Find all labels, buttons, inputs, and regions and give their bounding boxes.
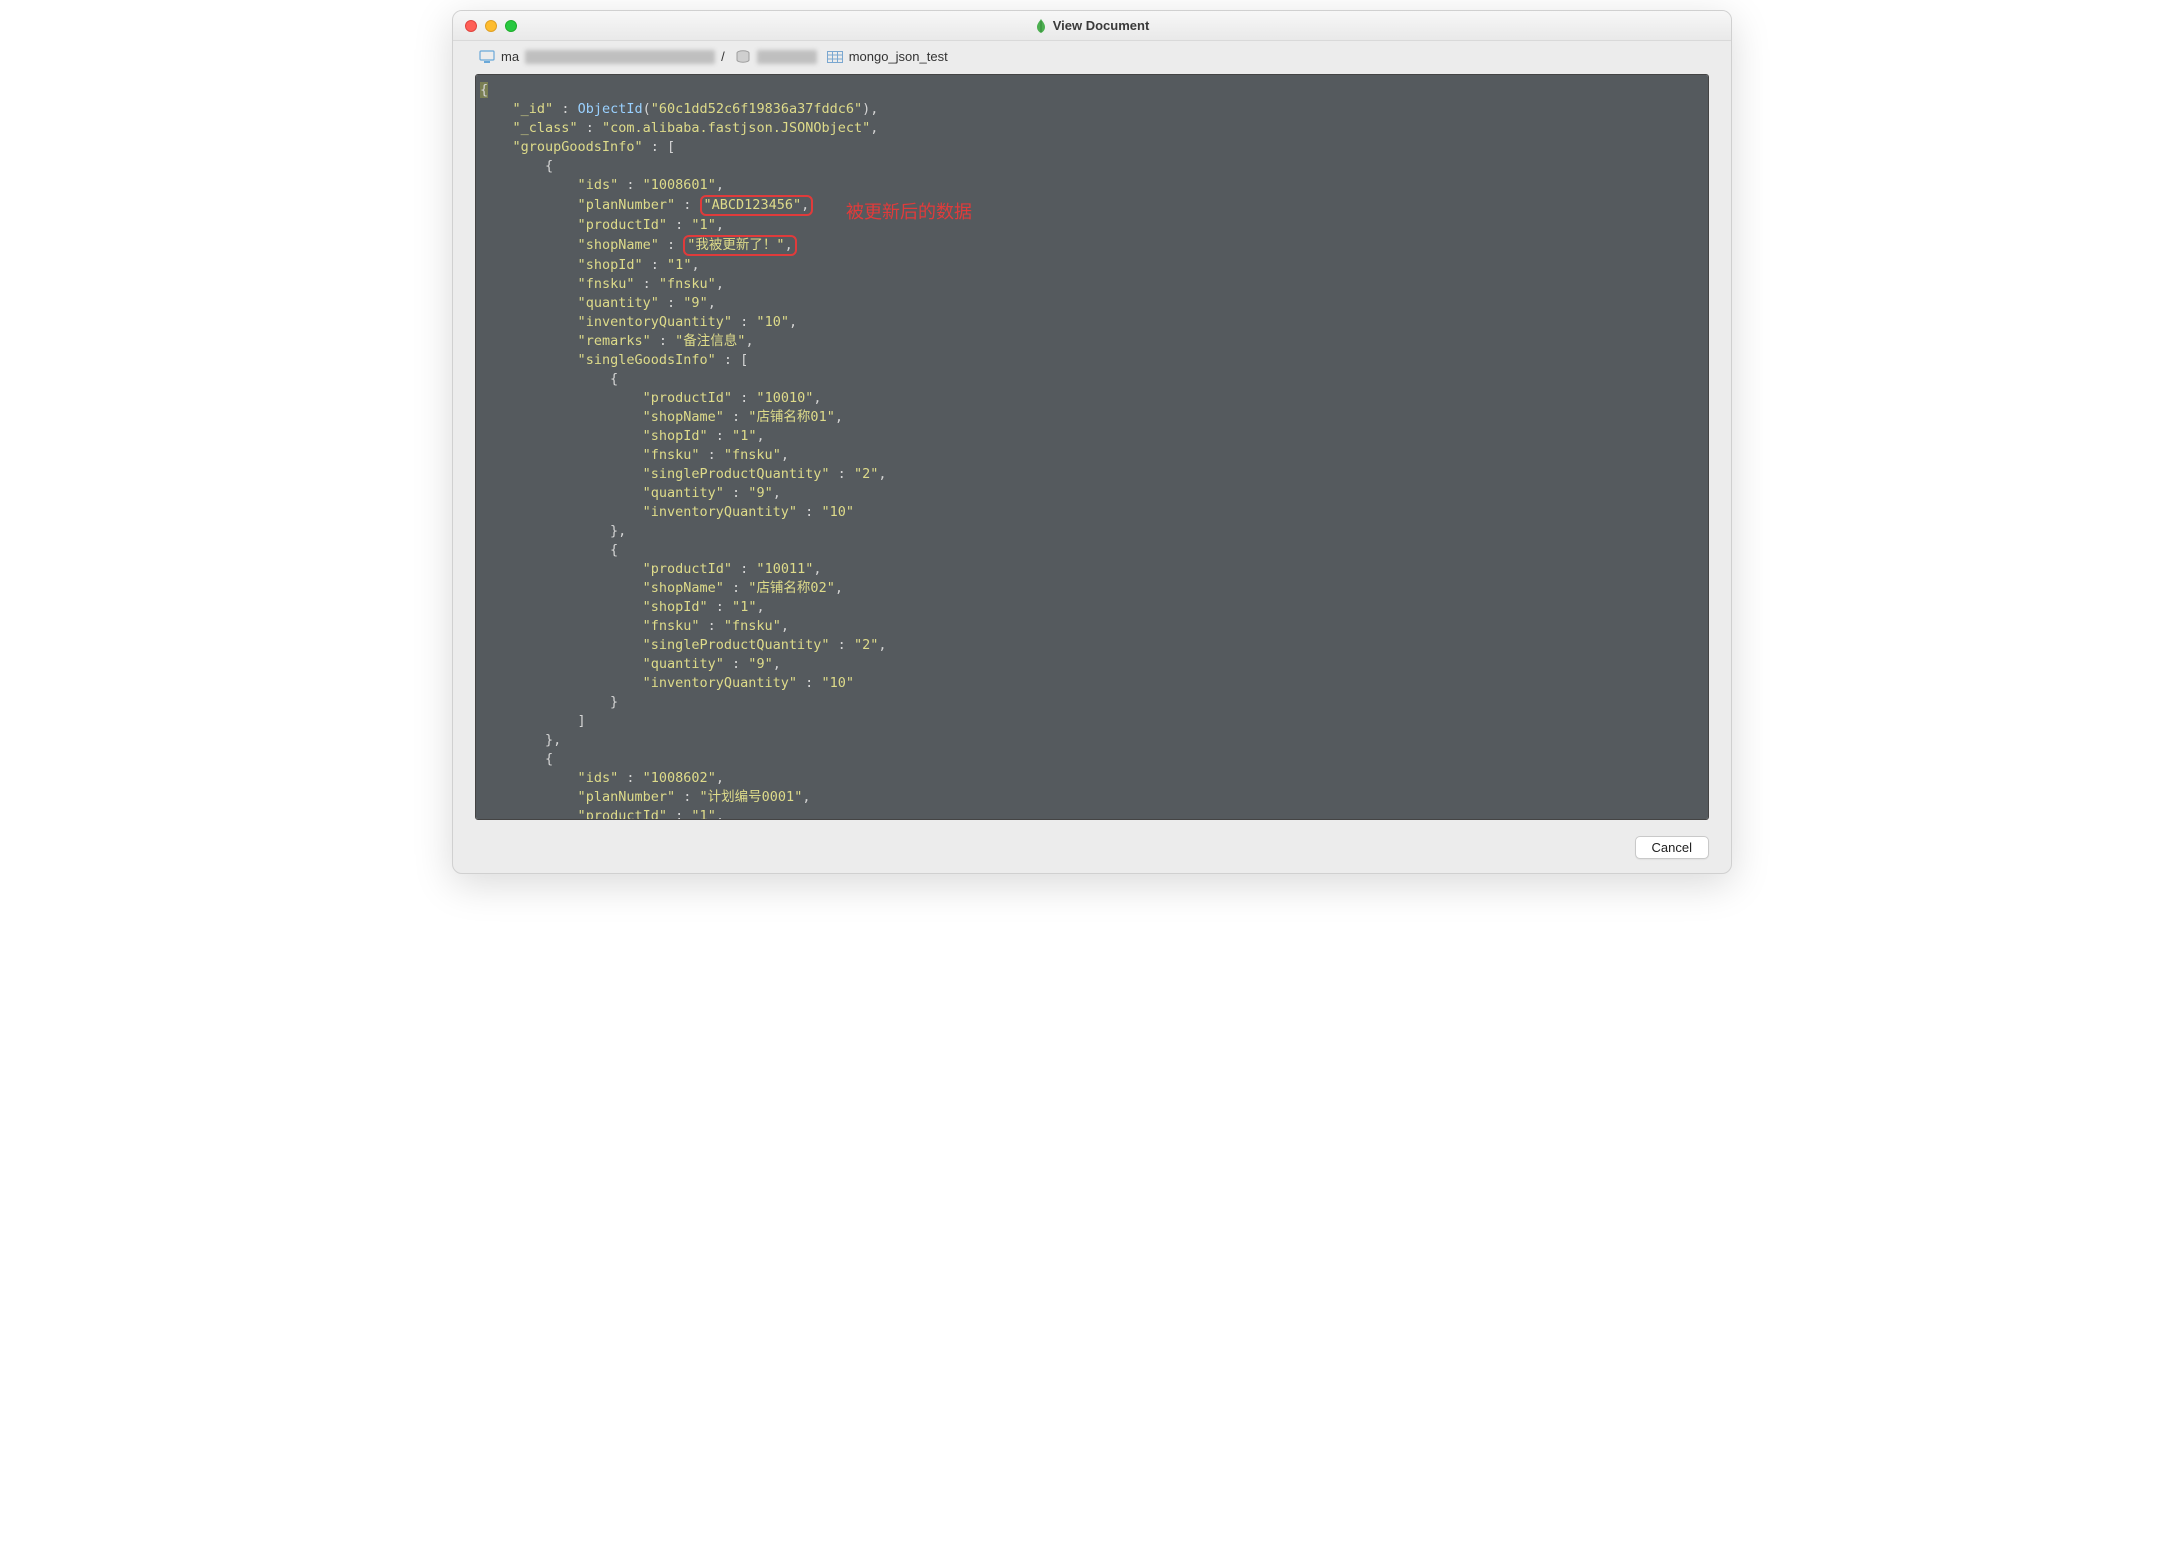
dialog-window: View Document ma / mongo_json_test 被更新后的… xyxy=(452,10,1732,874)
close-icon[interactable] xyxy=(465,20,477,32)
breadcrumb-connection[interactable]: ma / xyxy=(479,49,725,64)
window-title-text: View Document xyxy=(1053,18,1150,33)
breadcrumb: ma / mongo_json_test xyxy=(453,41,1731,74)
database-icon xyxy=(735,50,751,64)
maximize-icon[interactable] xyxy=(505,20,517,32)
dialog-footer: Cancel xyxy=(453,820,1731,861)
breadcrumb-sep: / xyxy=(721,49,725,64)
window-title: View Document xyxy=(453,18,1731,33)
breadcrumb-collection-name: mongo_json_test xyxy=(849,49,948,64)
breadcrumb-collection[interactable]: mongo_json_test xyxy=(827,49,948,64)
traffic-lights xyxy=(453,20,517,32)
mongodb-leaf-icon xyxy=(1035,19,1047,33)
annotation-updated-data: 被更新后的数据 xyxy=(846,203,972,222)
redacted-host xyxy=(525,50,715,64)
table-icon xyxy=(827,50,843,64)
highlight-shop-name: "我被更新了！", xyxy=(683,235,796,256)
monitor-icon xyxy=(479,50,495,64)
redacted-database xyxy=(757,50,817,64)
cancel-button[interactable]: Cancel xyxy=(1635,836,1709,859)
document-code-viewer[interactable]: 被更新后的数据 { "_id" : ObjectId("60c1dd52c6f1… xyxy=(475,74,1709,820)
breadcrumb-host-prefix: ma xyxy=(501,49,519,64)
titlebar: View Document xyxy=(453,11,1731,41)
json-document: { "_id" : ObjectId("60c1dd52c6f19836a37f… xyxy=(480,81,1702,820)
highlight-plan-number: "ABCD123456", xyxy=(700,195,814,216)
minimize-icon[interactable] xyxy=(485,20,497,32)
breadcrumb-database[interactable] xyxy=(735,50,817,64)
